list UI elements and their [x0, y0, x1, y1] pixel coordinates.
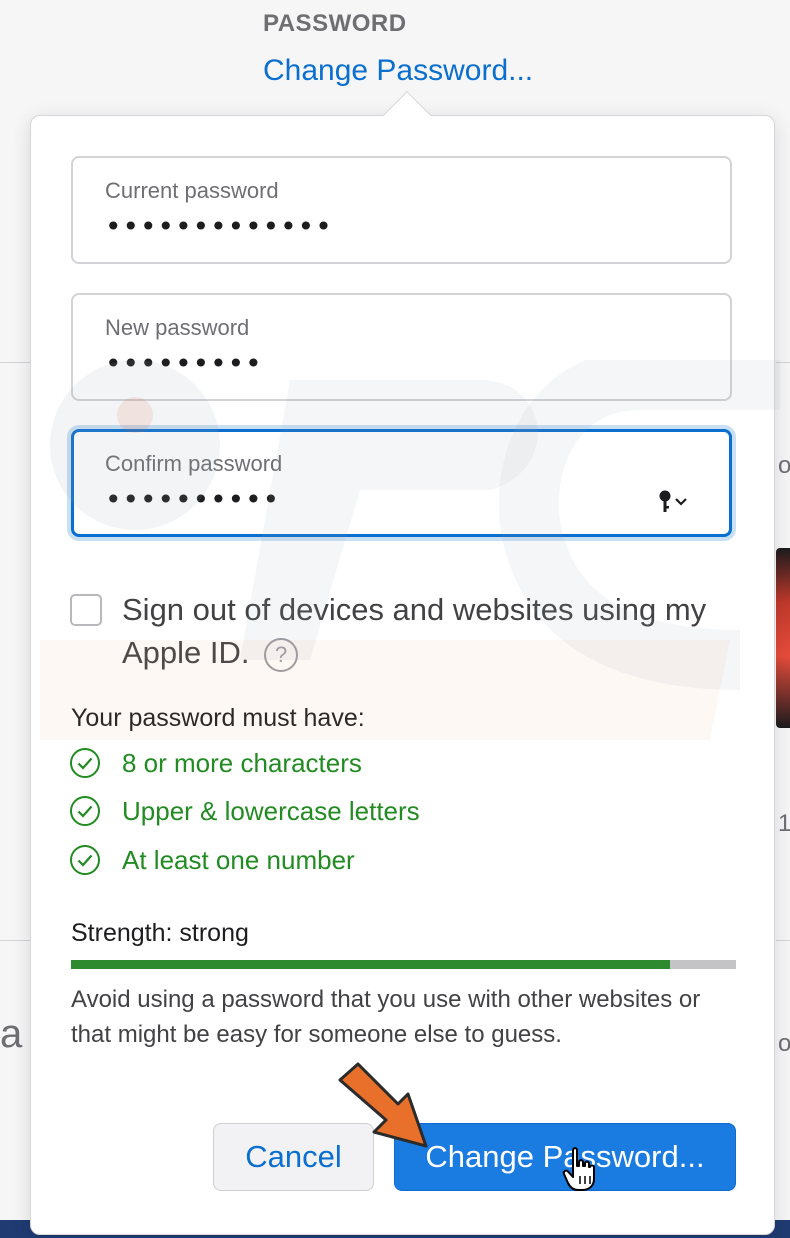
bg-divider-bottom-right	[776, 940, 790, 941]
confirm-password-label: Confirm password	[105, 451, 283, 476]
new-password-label: New password	[105, 315, 250, 340]
sign-out-checkbox[interactable]	[70, 594, 102, 626]
orange-arrow-icon	[338, 1062, 428, 1148]
hand-cursor-icon	[562, 1147, 595, 1191]
sign-out-label: Sign out of devices and websites using m…	[122, 588, 742, 674]
check-circle-icon	[70, 796, 100, 826]
strength-meter	[71, 960, 736, 969]
bg-text-fragment-right-2: o	[778, 1030, 790, 1057]
bg-text-fragment-left: a	[0, 1012, 23, 1056]
bg-text-fragment-right-1: ov	[778, 452, 790, 479]
bg-text-fragment-right-3: 1	[778, 810, 790, 837]
bg-divider-top-right	[776, 362, 790, 363]
current-password-value: •••••••••••••	[105, 210, 333, 243]
change-password-link[interactable]: Change Password...	[263, 54, 533, 88]
current-password-label: Current password	[105, 178, 279, 203]
check-circle-icon	[70, 748, 100, 778]
password-advice: Avoid using a password that you use with…	[71, 986, 701, 1048]
requirement-text: At least one number	[122, 845, 355, 875]
help-icon[interactable]: ?	[264, 637, 299, 672]
bg-divider-top	[0, 362, 30, 363]
confirm-password-value: ••••••••••	[105, 483, 281, 516]
current-password-field[interactable]: Current password •••••••••••••	[71, 156, 732, 264]
bg-phone-thumbnail	[776, 548, 790, 728]
bg-divider-bottom	[0, 940, 30, 941]
sign-out-text: Sign out of devices and websites using m…	[122, 592, 707, 670]
key-icon[interactable]	[657, 488, 697, 516]
strength-meter-fill	[71, 960, 670, 969]
requirement-text: Upper & lowercase letters	[122, 796, 420, 826]
section-label: PASSWORD	[263, 10, 407, 37]
check-circle-icon	[70, 845, 100, 875]
requirements-title: Your password must have:	[71, 704, 365, 732]
confirm-password-field[interactable]: Confirm password ••••••••••	[71, 429, 732, 537]
new-password-field[interactable]: New password •••••••••	[71, 293, 732, 401]
requirement-text: 8 or more characters	[122, 748, 362, 778]
new-password-value: •••••••••	[105, 347, 263, 380]
strength-label: Strength: strong	[71, 919, 249, 947]
